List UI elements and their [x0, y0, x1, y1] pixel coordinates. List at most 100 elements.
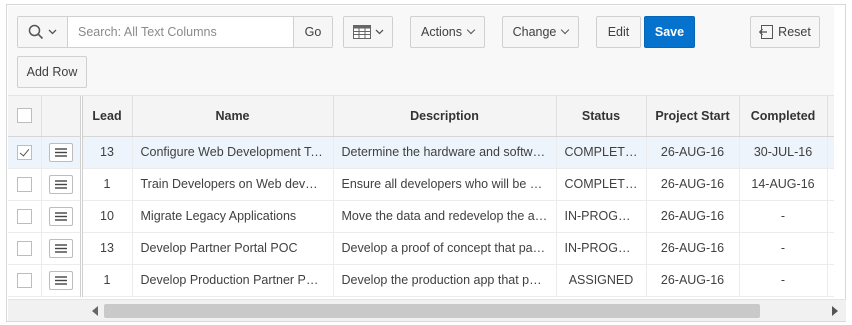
- view-selector-button[interactable]: [343, 16, 393, 48]
- save-button[interactable]: Save: [644, 16, 695, 48]
- cell-project-start[interactable]: 26-AUG-16: [646, 136, 740, 169]
- search-icon: [28, 24, 44, 40]
- hamburger-icon: [54, 211, 67, 221]
- row-actions-cell: [41, 264, 83, 297]
- cell-name[interactable]: Train Developers on Web development: [132, 168, 334, 201]
- cell-status[interactable]: COMPLETED: [556, 168, 647, 201]
- scroll-left-icon[interactable]: [92, 306, 98, 316]
- cell-project-start[interactable]: 26-AUG-16: [646, 168, 740, 201]
- cell-status[interactable]: IN-PROGRESS: [556, 232, 647, 265]
- row-actions-header: [41, 96, 83, 137]
- cell-lead[interactable]: 1: [81, 168, 133, 201]
- row-actions-menu-button[interactable]: [48, 270, 73, 290]
- row-checkbox[interactable]: [16, 144, 32, 160]
- add-row-button[interactable]: Add Row: [17, 56, 87, 88]
- search-input[interactable]: [68, 17, 293, 47]
- cell-completed[interactable]: 30-JUL-16: [739, 136, 828, 169]
- row-checkbox[interactable]: [16, 176, 32, 192]
- row-actions-cell: [41, 136, 83, 169]
- cell-lead[interactable]: 13: [81, 232, 133, 265]
- go-button[interactable]: Go: [293, 17, 332, 47]
- row-select-cell: [8, 264, 42, 297]
- cell-description[interactable]: Move the data and redevelop the applicat…: [333, 200, 557, 233]
- cell-name[interactable]: Configure Web Development Tools: [132, 136, 334, 169]
- column-header-lead[interactable]: Lead: [81, 96, 133, 137]
- chevron-down-icon: [48, 29, 57, 35]
- column-header-status[interactable]: Status: [556, 96, 647, 137]
- chevron-down-icon: [466, 25, 476, 35]
- actions-menu-button[interactable]: Actions: [410, 16, 485, 48]
- table-row[interactable]: 13 Configure Web Development Tools Determi…: [8, 136, 834, 169]
- reset-label: Reset: [778, 25, 811, 39]
- cell-name[interactable]: Develop Production Partner Portal: [132, 264, 334, 297]
- chevron-down-icon: [375, 29, 383, 35]
- edit-button[interactable]: Edit: [596, 16, 641, 48]
- cell-overflow: [827, 264, 834, 297]
- search-bar: Go: [17, 16, 333, 48]
- cell-lead[interactable]: 1: [81, 264, 133, 297]
- hamburger-icon: [54, 147, 67, 157]
- cell-overflow: [827, 200, 834, 233]
- grid-table-container: Lead Name Description Status Project Sta…: [8, 96, 834, 299]
- chevron-down-icon: [561, 25, 570, 35]
- cell-status[interactable]: COMPLETED: [556, 136, 647, 169]
- change-label: Change: [512, 25, 557, 39]
- row-actions-menu-button[interactable]: [48, 206, 73, 226]
- cell-description[interactable]: Develop a proof of concept that partners: [333, 232, 557, 265]
- header-row: Lead Name Description Status Project Sta…: [8, 96, 834, 137]
- horizontal-scrollbar[interactable]: [8, 299, 846, 321]
- reset-icon: [759, 25, 774, 39]
- row-actions-menu-button[interactable]: [48, 238, 73, 258]
- cell-project-start[interactable]: 26-AUG-16: [646, 200, 740, 233]
- row-checkbox[interactable]: [16, 208, 32, 224]
- cell-lead[interactable]: 13: [81, 136, 133, 169]
- row-actions-cell: [41, 200, 83, 233]
- column-header-completed[interactable]: Completed: [739, 96, 828, 137]
- hamburger-icon: [54, 275, 67, 285]
- column-header-name[interactable]: Name: [132, 96, 334, 137]
- scroll-right-icon[interactable]: [832, 306, 838, 316]
- cell-completed[interactable]: -: [739, 200, 828, 233]
- cell-name[interactable]: Migrate Legacy Applications: [132, 200, 334, 233]
- cell-description[interactable]: Determine the hardware and software requ…: [333, 136, 557, 169]
- row-actions-cell: [41, 232, 83, 265]
- row-select-cell: [8, 200, 42, 233]
- cell-project-start[interactable]: 26-AUG-16: [646, 232, 740, 265]
- reset-button[interactable]: Reset: [750, 16, 820, 48]
- row-actions-menu-button[interactable]: [48, 142, 73, 162]
- cell-description[interactable]: Ensure all developers who will be develo…: [333, 168, 557, 201]
- column-header-overflow: [827, 96, 834, 137]
- row-actions-menu-button[interactable]: [48, 174, 73, 194]
- cell-completed[interactable]: 14-AUG-16: [739, 168, 828, 201]
- cell-completed[interactable]: -: [739, 264, 828, 297]
- interactive-grid: Go Actions Change Edit Save: [6, 4, 846, 322]
- row-select-cell: [8, 232, 42, 265]
- table-row[interactable]: 1Train Developers on Web developmentEnsu…: [8, 168, 834, 201]
- grid-table: Lead Name Description Status Project Sta…: [8, 96, 834, 297]
- cell-name[interactable]: Develop Partner Portal POC: [132, 232, 334, 265]
- search-column-menu[interactable]: [18, 17, 68, 47]
- cell-lead[interactable]: 10: [81, 200, 133, 233]
- table-row[interactable]: 13 Develop Partner Portal POC Develop a pr…: [8, 232, 834, 265]
- column-header-description[interactable]: Description: [333, 96, 557, 137]
- cell-description[interactable]: Develop the production app that partners: [333, 264, 557, 297]
- hamburger-icon: [54, 179, 67, 189]
- cell-project-start[interactable]: 26-AUG-16: [646, 264, 740, 297]
- table-row[interactable]: 10 Migrate Legacy Applications Move the da…: [8, 200, 834, 233]
- row-actions-cell: [41, 168, 83, 201]
- cell-overflow: [827, 232, 834, 265]
- row-checkbox[interactable]: [16, 272, 32, 288]
- row-select-cell: [8, 136, 42, 169]
- select-all-checkbox[interactable]: [16, 108, 32, 124]
- cell-overflow: [827, 168, 834, 201]
- cell-completed[interactable]: -: [739, 232, 828, 265]
- grid-toolbar: Go Actions Change Edit Save: [8, 6, 834, 96]
- column-header-project-start[interactable]: Project Start: [646, 96, 740, 137]
- cell-status[interactable]: ASSIGNED: [556, 264, 647, 297]
- table-row[interactable]: 1 Develop Production Partner Portal Develo…: [8, 264, 834, 297]
- hamburger-icon: [54, 243, 67, 253]
- cell-status[interactable]: IN-PROGRESS: [556, 200, 647, 233]
- row-checkbox[interactable]: [16, 240, 32, 256]
- change-menu-button[interactable]: Change: [502, 16, 579, 48]
- scrollbar-thumb[interactable]: [104, 304, 760, 318]
